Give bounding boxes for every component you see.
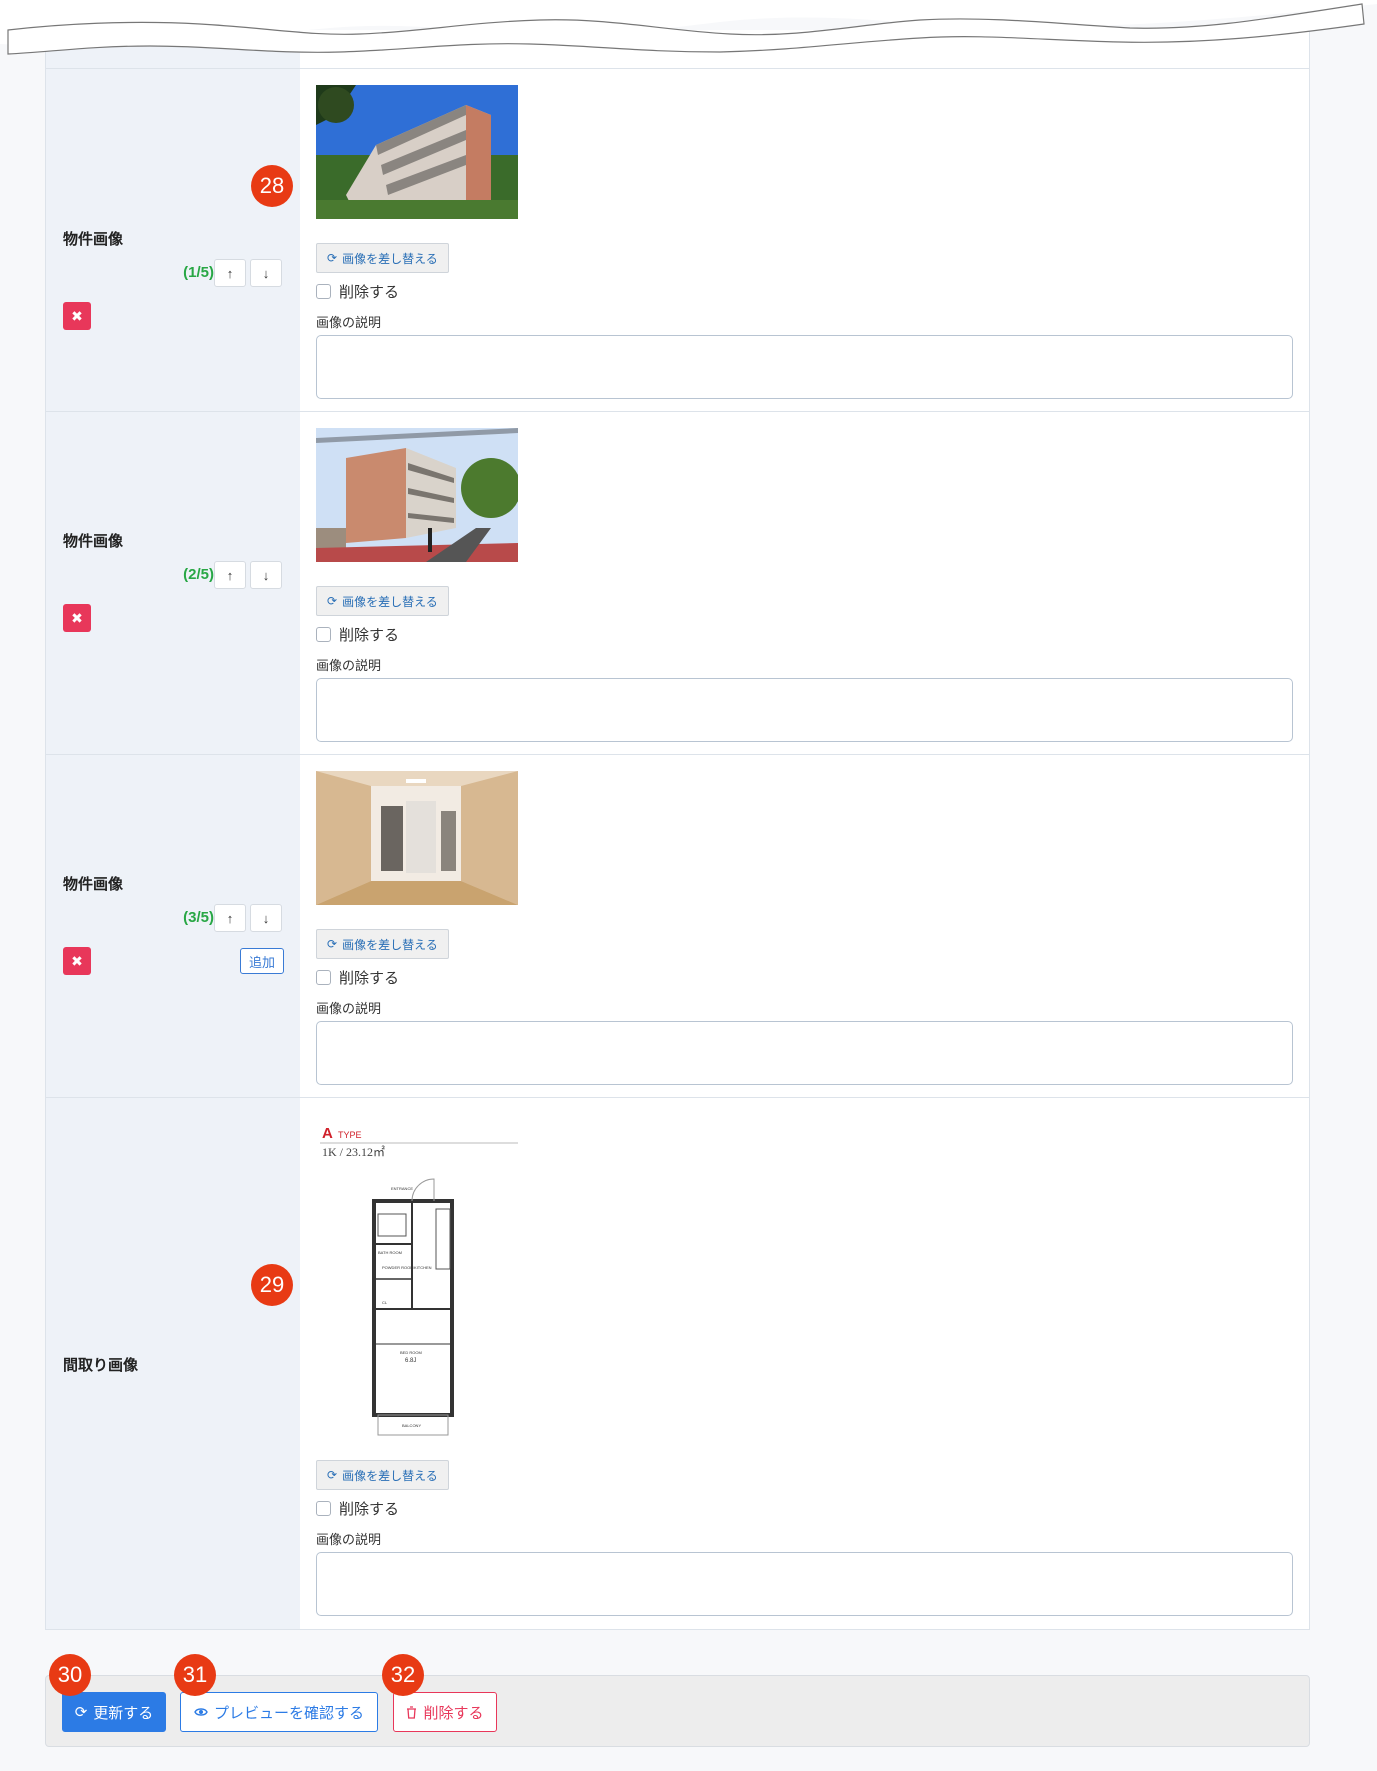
order-indicator: (1/5) bbox=[183, 264, 214, 281]
move-down-button[interactable]: ↓ bbox=[250, 259, 282, 287]
row-label-cell: 物件画像 (2/5) ↑ ↓ ✖ bbox=[46, 412, 300, 754]
row-label-cell: 物件画像 (3/5) ↑ ↓ ✖ 追加 bbox=[46, 755, 300, 1097]
property-photo-entrance bbox=[316, 771, 518, 905]
svg-text:POWDER ROOM: POWDER ROOM bbox=[382, 1265, 414, 1270]
order-indicator: (2/5) bbox=[183, 566, 214, 583]
refresh-icon: ⟳ bbox=[327, 937, 338, 951]
refresh-icon: ⟳ bbox=[327, 251, 338, 265]
delete-button[interactable]: 削除する bbox=[393, 1692, 497, 1732]
caption-textarea[interactable] bbox=[316, 1552, 1293, 1616]
svg-text:BALCONY: BALCONY bbox=[402, 1423, 421, 1428]
torn-edge-decoration bbox=[0, 0, 1377, 55]
arrow-up-icon: ↑ bbox=[226, 567, 234, 583]
arrow-down-icon: ↓ bbox=[262, 567, 270, 583]
move-down-button[interactable]: ↓ bbox=[250, 904, 282, 932]
row-label-cell: 間取り画像 bbox=[46, 1098, 300, 1629]
arrow-down-icon: ↓ bbox=[262, 265, 270, 281]
caption-label: 画像の説明 bbox=[316, 1001, 382, 1016]
row-label: 物件画像 bbox=[63, 876, 124, 893]
refresh-icon: ⟳ bbox=[327, 1468, 338, 1482]
svg-text:KITCHEN: KITCHEN bbox=[414, 1265, 432, 1270]
annotation-badge-31: 31 bbox=[174, 1654, 216, 1696]
delete-image-checkbox[interactable] bbox=[316, 627, 331, 642]
replace-image-button[interactable]: ⟳ 画像を差し替える bbox=[316, 1460, 449, 1490]
svg-text:BATH ROOM: BATH ROOM bbox=[378, 1250, 402, 1255]
floorplan-image: A TYPE 1K / 23.12㎡ ENTRANCE BATH ROOM PO… bbox=[316, 1114, 518, 1436]
row-label: 物件画像 bbox=[63, 533, 124, 550]
replace-image-button[interactable]: ⟳ 画像を差し替える bbox=[316, 929, 449, 959]
delete-image-checkbox[interactable] bbox=[316, 970, 331, 985]
update-button[interactable]: ⟳ 更新する bbox=[62, 1692, 166, 1732]
trash-icon bbox=[407, 1705, 417, 1719]
eye-icon bbox=[194, 1708, 208, 1716]
delete-image-checkbox[interactable] bbox=[316, 284, 331, 299]
svg-text:TYPE: TYPE bbox=[338, 1130, 362, 1140]
move-up-button[interactable]: ↑ bbox=[214, 904, 246, 932]
annotation-badge-29: 29 bbox=[251, 1264, 293, 1306]
annotation-badge-32: 32 bbox=[382, 1654, 424, 1696]
close-icon: ✖ bbox=[71, 952, 83, 969]
annotation-badge-30: 30 bbox=[49, 1654, 91, 1696]
row-label: 間取り画像 bbox=[63, 1357, 139, 1374]
refresh-icon: ⟳ bbox=[327, 594, 338, 608]
delete-image-label: 削除する bbox=[339, 970, 400, 987]
image-form-table: 物件画像 (1/5) ↑ ↓ ✖ ⟳ 画像を差し替える 削除する 画像の説明 物… bbox=[45, 30, 1310, 1630]
property-photo-exterior-1 bbox=[316, 85, 518, 219]
svg-text:1K / 23.12㎡: 1K / 23.12㎡ bbox=[322, 1145, 385, 1159]
property-image-row-1: 物件画像 (1/5) ↑ ↓ ✖ ⟳ 画像を差し替える 削除する 画像の説明 bbox=[46, 68, 1309, 411]
form-action-bar: ⟳ 更新する プレビューを確認する 削除する bbox=[45, 1675, 1310, 1747]
arrow-down-icon: ↓ bbox=[262, 910, 270, 926]
svg-text:CL: CL bbox=[382, 1300, 388, 1305]
refresh-icon: ⟳ bbox=[74, 1704, 88, 1721]
caption-label: 画像の説明 bbox=[316, 658, 382, 673]
delete-image-label: 削除する bbox=[339, 284, 400, 301]
svg-text:A: A bbox=[322, 1125, 333, 1142]
property-photo-exterior-2 bbox=[316, 428, 518, 562]
delete-image-checkbox[interactable] bbox=[316, 1501, 331, 1516]
annotation-badge-28: 28 bbox=[251, 165, 293, 207]
svg-text:BED ROOM: BED ROOM bbox=[400, 1350, 422, 1355]
delete-image-label: 削除する bbox=[339, 1501, 400, 1518]
row-label: 物件画像 bbox=[63, 231, 124, 248]
arrow-up-icon: ↑ bbox=[226, 910, 234, 926]
preview-button[interactable]: プレビューを確認する bbox=[180, 1692, 378, 1732]
remove-row-button[interactable]: ✖ bbox=[63, 604, 91, 632]
property-image-row-2: 物件画像 (2/5) ↑ ↓ ✖ ⟳ 画像を差し替える 削除する 画像の説明 bbox=[46, 411, 1309, 754]
close-icon: ✖ bbox=[71, 609, 83, 626]
arrow-up-icon: ↑ bbox=[226, 265, 234, 281]
delete-image-label: 削除する bbox=[339, 627, 400, 644]
move-up-button[interactable]: ↑ bbox=[214, 561, 246, 589]
caption-label: 画像の説明 bbox=[316, 315, 382, 330]
caption-textarea[interactable] bbox=[316, 678, 1293, 742]
move-down-button[interactable]: ↓ bbox=[250, 561, 282, 589]
property-image-row-3: 物件画像 (3/5) ↑ ↓ ✖ 追加 ⟳ 画像を差し替える 削除する 画像の説… bbox=[46, 754, 1309, 1097]
caption-textarea[interactable] bbox=[316, 1021, 1293, 1085]
move-up-button[interactable]: ↑ bbox=[214, 259, 246, 287]
add-image-button[interactable]: 追加 bbox=[240, 948, 284, 974]
caption-label: 画像の説明 bbox=[316, 1532, 382, 1547]
remove-row-button[interactable]: ✖ bbox=[63, 302, 91, 330]
order-indicator: (3/5) bbox=[183, 909, 214, 926]
svg-text:6.8J: 6.8J bbox=[405, 1358, 416, 1364]
remove-row-button[interactable]: ✖ bbox=[63, 947, 91, 975]
row-label-cell: 物件画像 (1/5) ↑ ↓ ✖ bbox=[46, 69, 300, 411]
replace-image-button[interactable]: ⟳ 画像を差し替える bbox=[316, 586, 449, 616]
svg-text:ENTRANCE: ENTRANCE bbox=[391, 1186, 413, 1191]
replace-image-button[interactable]: ⟳ 画像を差し替える bbox=[316, 243, 449, 273]
caption-textarea[interactable] bbox=[316, 335, 1293, 399]
floorplan-image-row: 間取り画像 A TYPE 1K / 23.12㎡ ENTRANCE BATH R… bbox=[46, 1097, 1309, 1629]
close-icon: ✖ bbox=[71, 307, 83, 324]
